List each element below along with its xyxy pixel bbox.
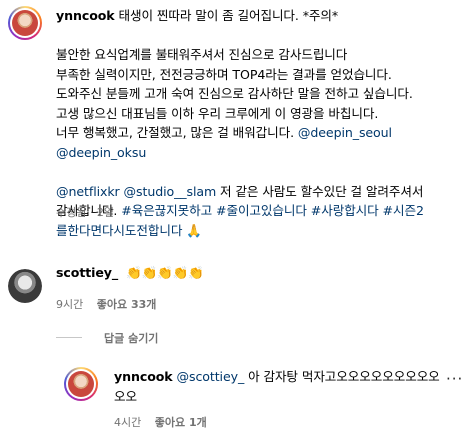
mention-link[interactable]: @deepin_oksu xyxy=(56,145,146,160)
reply-text: 아 감자탕 먹자고오오오오오오오오오 xyxy=(244,369,440,384)
mention-link[interactable]: @studio__slam xyxy=(124,184,217,199)
comment-text: 👏👏👏👏👏 xyxy=(126,265,204,280)
reply-like-count[interactable]: 좋아요 1개 xyxy=(155,416,207,429)
caption-line: @netflixkr @studio__slam 저 같은 사람도 할수있단 걸… xyxy=(56,182,466,202)
caption-line: 도와주신 분들께 고개 숙여 진심으로 감사하단 말을 전하고 싶습니다. xyxy=(56,86,413,101)
comment-username[interactable]: scottiey_ xyxy=(56,265,118,280)
caption-header-text: 태생이 찐따라 말이 좀 길어집니다. *주의* xyxy=(118,8,339,23)
caption-line: 를한다면다시도전합니다 🙏 xyxy=(56,221,466,241)
mention-link[interactable]: @netflixkr xyxy=(56,184,120,199)
caption-line: 감사합니다. #육은끊지못하고 #줄이고있습니다 #사랑합시다 #시즌2 xyxy=(56,201,466,221)
comment-like-count[interactable]: 좋아요 33개 xyxy=(97,298,157,311)
reply-author-avatar[interactable] xyxy=(64,367,98,401)
avatar-image xyxy=(8,269,42,303)
more-options-icon[interactable]: ··· xyxy=(446,370,463,388)
caption-meta: 수정됨 · 2일 xyxy=(56,206,114,219)
caption-line: 부족한 실력이지만, 전전긍긍하며 TOP4라는 결과를 얻었습니다. xyxy=(56,66,392,82)
reply-text-continued: 오오 xyxy=(114,388,137,404)
caption-line: @deepin_oksu xyxy=(56,143,466,163)
comment-time[interactable]: 9시간 xyxy=(56,298,83,311)
caption-line-text: 저 같은 사람도 할수있단 걸 알려주셔서 xyxy=(216,183,424,199)
reply-time[interactable]: 4시간 xyxy=(114,416,141,429)
hashtag-links[interactable]: 를한다면다시도전합니다 xyxy=(56,223,182,238)
replies-divider xyxy=(56,337,82,338)
caption-username[interactable]: ynncook xyxy=(56,8,115,23)
caption-line: 너무 행복했고, 간절했고, 많은 걸 배워갑니다. @deepin_seoul xyxy=(56,123,466,143)
reply-meta: 4시간 좋아요 1개 xyxy=(114,414,207,430)
mention-link[interactable]: @deepin_seoul xyxy=(298,125,392,140)
avatar-image xyxy=(68,371,94,397)
caption-block: ynncook 태생이 찐따라 말이 좀 길어집니다. *주의* 불안한 요식업… xyxy=(56,6,466,240)
reply-username[interactable]: ynncook xyxy=(114,369,173,384)
mention-link[interactable]: @scottiey_ xyxy=(177,369,245,384)
comment-author-avatar[interactable] xyxy=(8,269,42,303)
reply-body: ynncook @scottiey_ 아 감자탕 먹자고오오오오오오오오오 오오 xyxy=(114,367,454,406)
caption-line-text: 🙏 xyxy=(182,222,202,238)
caption-line: 불안한 요식업계를 불태워주셔서 진심으로 감사드립니다 xyxy=(56,47,348,62)
caption-author-avatar[interactable] xyxy=(8,6,42,40)
caption-line: 고생 많으신 대표님들 이하 우리 크루에게 이 영광을 바칩니다. xyxy=(56,105,379,121)
caption-header: ynncook 태생이 찐따라 말이 좀 길어집니다. *주의* xyxy=(56,6,466,26)
avatar-image xyxy=(12,10,38,36)
hashtag-links[interactable]: #육은끊지못하고 #줄이고있습니다 #사랑합시다 #시즌2 xyxy=(121,203,424,218)
comment-meta: 9시간 좋아요 33개 xyxy=(56,296,156,312)
comment-body: scottiey_ 👏👏👏👏👏 xyxy=(56,263,456,283)
caption-line-text: 너무 행복했고, 간절했고, 많은 걸 배워갑니다. xyxy=(56,125,298,140)
hide-replies-button[interactable]: 답글 숨기기 xyxy=(104,330,158,346)
